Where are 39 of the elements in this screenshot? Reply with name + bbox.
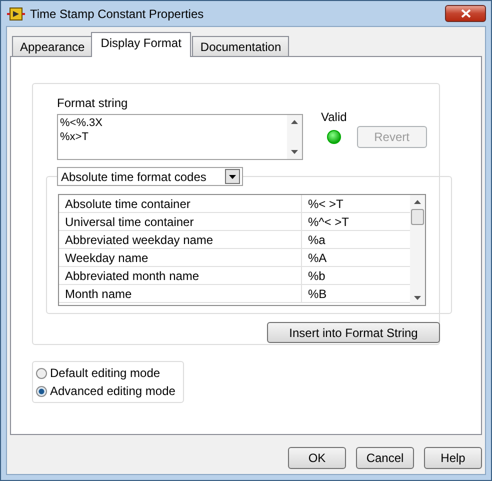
up-arrow-icon[interactable] — [291, 120, 298, 124]
table-cell: Abbreviated weekday name — [59, 231, 302, 248]
field-label: Format string — [57, 96, 129, 110]
dialog-button[interactable]: OK — [288, 447, 346, 469]
tab[interactable]: Appearance — [12, 36, 93, 57]
table-cell: Absolute time container — [59, 195, 302, 212]
table-cell-text: %b — [307, 268, 326, 282]
down-arrow-icon[interactable] — [291, 150, 298, 154]
table-cell-text: %A — [307, 250, 327, 264]
table-cell: Month name — [59, 285, 302, 302]
close-button[interactable] — [445, 5, 486, 22]
table-cell-text: %a — [307, 232, 326, 246]
tab[interactable]: Documentation — [192, 36, 290, 57]
tab[interactable]: Display Format — [90, 32, 192, 57]
close-icon — [460, 9, 470, 18]
radio-label: Default editing mode — [50, 366, 160, 380]
radio-label: Advanced editing mode — [50, 384, 176, 398]
insert-button[interactable]: Insert into Format String — [267, 322, 440, 343]
scrollbar[interactable] — [287, 115, 302, 159]
table-cell-text: %^< >T — [307, 214, 349, 228]
format-string-field[interactable]: %<%.3X %x>T — [57, 114, 303, 160]
table-cell-text: %B — [307, 286, 327, 300]
scrollbar-thumb[interactable] — [411, 209, 424, 225]
dialog-button[interactable]: Cancel — [356, 447, 414, 469]
dialog-button[interactable]: Help — [424, 447, 482, 469]
scrollbar[interactable] — [410, 195, 425, 305]
up-arrow-icon[interactable] — [414, 200, 421, 204]
radio-button[interactable] — [36, 368, 47, 378]
table-cell-text: %< >T — [307, 196, 344, 210]
radio-button[interactable] — [36, 386, 47, 396]
status-label: Valid — [321, 110, 347, 124]
table-cell: Universal time container — [59, 213, 302, 230]
app-icon — [7, 6, 25, 20]
table-cell: Abbreviated month name — [59, 267, 302, 284]
caret-icon — [229, 174, 236, 178]
down-arrow-icon[interactable] — [414, 296, 421, 300]
table-cell: Weekday name — [59, 249, 302, 266]
codes-dropdown[interactable]: Absolute time format codes — [57, 167, 243, 186]
window-title: Time Stamp Constant Properties — [30, 6, 205, 20]
